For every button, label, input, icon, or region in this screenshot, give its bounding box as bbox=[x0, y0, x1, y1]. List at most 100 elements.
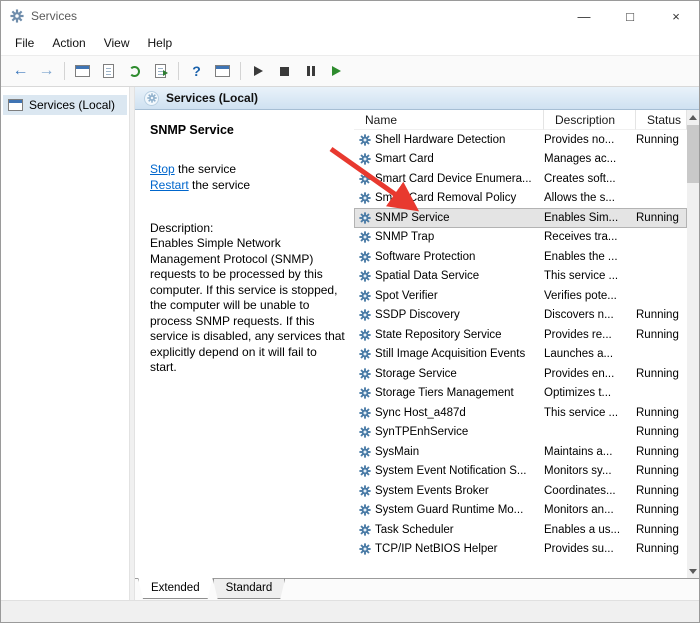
service-row[interactable]: Spot Verifier Verifies pote... bbox=[354, 286, 687, 306]
service-status: Running bbox=[636, 212, 687, 224]
service-status: Running bbox=[636, 504, 687, 516]
menu-file[interactable]: File bbox=[6, 32, 43, 54]
selected-service-title: SNMP Service bbox=[150, 123, 346, 137]
service-name: Still Image Acquisition Events bbox=[375, 348, 525, 360]
stop-service-link[interactable]: Stop bbox=[150, 162, 175, 176]
service-status: Running bbox=[636, 485, 687, 497]
stop-service-line: Stop the service bbox=[150, 161, 346, 177]
service-row[interactable]: State Repository Service Provides re... … bbox=[354, 325, 687, 345]
pause-service-button[interactable] bbox=[298, 59, 323, 84]
scroll-up-button[interactable] bbox=[687, 110, 699, 124]
service-row[interactable]: System Guard Runtime Mo... Monitors an..… bbox=[354, 501, 687, 521]
service-row[interactable]: TCP/IP NetBIOS Helper Provides su... Run… bbox=[354, 540, 687, 560]
service-row[interactable]: Spatial Data Service This service ... bbox=[354, 267, 687, 287]
service-description: Monitors sy... bbox=[544, 465, 636, 477]
view-button[interactable] bbox=[210, 59, 235, 84]
app-gear-icon bbox=[10, 9, 24, 23]
service-row[interactable]: Software Protection Enables the ... bbox=[354, 247, 687, 267]
menu-view[interactable]: View bbox=[95, 32, 139, 54]
service-gear-icon bbox=[359, 329, 371, 341]
service-row[interactable]: Storage Tiers Management Optimizes t... bbox=[354, 384, 687, 404]
service-name: Software Protection bbox=[375, 251, 475, 263]
service-row[interactable]: Task Scheduler Enables a us... Running bbox=[354, 520, 687, 540]
service-name: Storage Service bbox=[375, 368, 457, 380]
close-button[interactable]: × bbox=[653, 1, 699, 31]
service-row[interactable]: SysMain Maintains a... Running bbox=[354, 442, 687, 462]
service-gear-icon bbox=[359, 465, 371, 477]
back-button[interactable]: ← bbox=[8, 59, 33, 84]
column-header-status[interactable]: Status bbox=[636, 110, 687, 130]
stop-icon bbox=[280, 67, 289, 76]
scroll-down-button[interactable] bbox=[687, 564, 699, 578]
service-description: Provides re... bbox=[544, 329, 636, 341]
restart-service-line: Restart the service bbox=[150, 177, 346, 193]
service-name: Task Scheduler bbox=[375, 524, 454, 536]
scrollbar-thumb[interactable] bbox=[687, 125, 699, 183]
service-row[interactable]: Still Image Acquisition Events Launches … bbox=[354, 345, 687, 365]
service-row[interactable]: Storage Service Provides en... Running bbox=[354, 364, 687, 384]
tab-extended[interactable]: Extended bbox=[138, 578, 213, 599]
refresh-button[interactable] bbox=[122, 59, 147, 84]
service-row[interactable]: Shell Hardware Detection Provides no... … bbox=[354, 130, 687, 150]
service-status: Running bbox=[636, 543, 687, 555]
restart-service-link[interactable]: Restart bbox=[150, 178, 189, 192]
minimize-button[interactable]: — bbox=[561, 1, 607, 31]
toolbar: ← → ? bbox=[1, 56, 699, 87]
properties-button[interactable] bbox=[96, 59, 121, 84]
console-node-icon bbox=[8, 99, 23, 111]
restart-service-suffix: the service bbox=[189, 178, 250, 192]
window-title: Services bbox=[31, 9, 77, 23]
service-row[interactable]: System Event Notification S... Monitors … bbox=[354, 462, 687, 482]
start-service-button[interactable] bbox=[246, 59, 271, 84]
service-gear-icon bbox=[359, 231, 371, 243]
service-description: Enables a us... bbox=[544, 524, 636, 536]
service-name: SNMP Trap bbox=[375, 231, 434, 243]
export-list-button[interactable] bbox=[148, 59, 173, 84]
service-row[interactable]: SNMP Trap Receives tra... bbox=[354, 228, 687, 248]
service-row[interactable]: Smart Card Manages ac... bbox=[354, 150, 687, 170]
tab-standard[interactable]: Standard bbox=[213, 578, 286, 599]
menu-action[interactable]: Action bbox=[43, 32, 94, 54]
service-name: Shell Hardware Detection bbox=[375, 134, 505, 146]
service-status: Running bbox=[636, 446, 687, 458]
description-text: Enables Simple Network Management Protoc… bbox=[150, 236, 346, 376]
service-row[interactable]: System Events Broker Coordinates... Runn… bbox=[354, 481, 687, 501]
column-header-description[interactable]: Description bbox=[544, 110, 636, 130]
show-console-tree-button[interactable] bbox=[70, 59, 95, 84]
service-gear-icon bbox=[359, 407, 371, 419]
restart-service-button[interactable] bbox=[324, 59, 349, 84]
menu-help[interactable]: Help bbox=[139, 32, 182, 54]
description-label: Description: bbox=[150, 221, 346, 235]
stop-service-button[interactable] bbox=[272, 59, 297, 84]
service-gear-icon bbox=[359, 251, 371, 263]
service-row[interactable]: SynTPEnhService Running bbox=[354, 423, 687, 443]
vertical-scrollbar[interactable] bbox=[687, 110, 699, 578]
scroll-down-icon bbox=[689, 569, 697, 574]
column-header-name[interactable]: Name bbox=[354, 110, 544, 130]
service-description: Receives tra... bbox=[544, 231, 636, 243]
service-row[interactable]: SNMP Service Enables Sim... Running bbox=[354, 208, 687, 228]
service-gear-icon bbox=[359, 290, 371, 302]
results-banner: Services (Local) bbox=[135, 87, 699, 110]
tree-item-label: Services (Local) bbox=[29, 98, 115, 112]
service-description: Enables Sim... bbox=[544, 212, 636, 224]
service-row[interactable]: Smart Card Removal Policy Allows the s..… bbox=[354, 189, 687, 209]
help-button[interactable]: ? bbox=[184, 59, 209, 84]
tree-item-services-local[interactable]: Services (Local) bbox=[3, 95, 127, 115]
service-row[interactable]: SSDP Discovery Discovers n... Running bbox=[354, 306, 687, 326]
service-description: Provides no... bbox=[544, 134, 636, 146]
forward-button[interactable]: → bbox=[34, 59, 59, 84]
scrollbar-track[interactable] bbox=[687, 124, 699, 564]
service-gear-icon bbox=[359, 524, 371, 536]
title-bar: Services — □ × bbox=[1, 1, 699, 31]
service-description: Launches a... bbox=[544, 348, 636, 360]
service-description: Coordinates... bbox=[544, 485, 636, 497]
pause-icon bbox=[307, 66, 315, 76]
service-row[interactable]: Smart Card Device Enumera... Creates sof… bbox=[354, 169, 687, 189]
service-row[interactable]: Sync Host_a487d This service ... Running bbox=[354, 403, 687, 423]
service-name: Storage Tiers Management bbox=[375, 387, 514, 399]
service-status: Running bbox=[636, 134, 687, 146]
service-gear-icon bbox=[359, 309, 371, 321]
maximize-button[interactable]: □ bbox=[607, 1, 653, 31]
banner-title: Services (Local) bbox=[166, 91, 258, 105]
